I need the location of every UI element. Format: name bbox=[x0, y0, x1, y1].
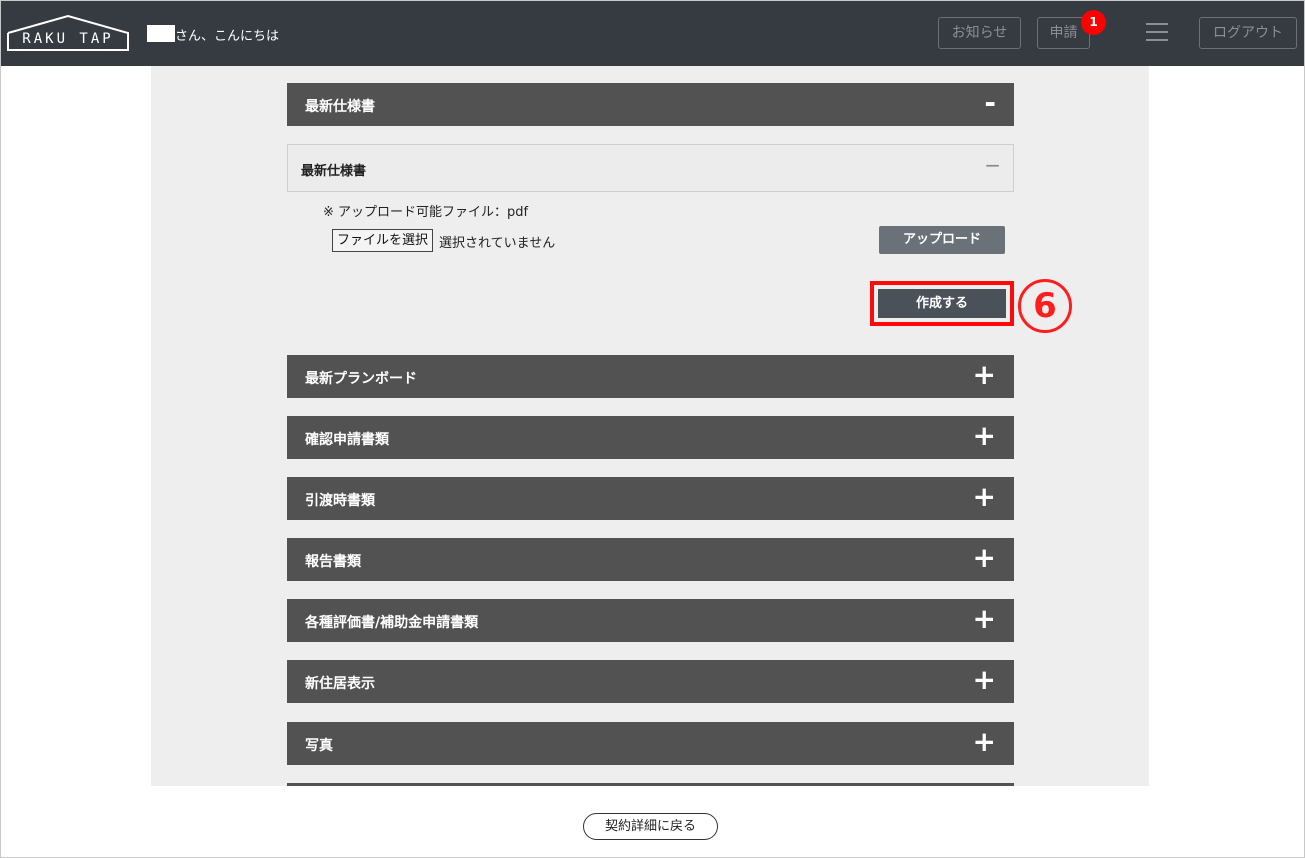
plus-icon: + bbox=[972, 541, 996, 574]
main-content: 最新仕様書 - 最新仕様書 − ※ アップロード可能ファイル：pdf ファイルを… bbox=[151, 66, 1149, 786]
top-header: RAKU TAP さん、こんにちは お知らせ 申請 1 ログアウト bbox=[1, 1, 1304, 66]
accordion-title: 確認申請書類 bbox=[305, 432, 389, 448]
back-to-contract-button[interactable]: 契約詳細に戻る bbox=[583, 813, 718, 840]
accordion-new-address[interactable]: 新住居表示 + bbox=[287, 660, 1014, 703]
accordion-title: 報告書類 bbox=[305, 554, 361, 570]
accordion-plan-board[interactable]: 最新プランボード + bbox=[287, 355, 1014, 398]
accordion-latest-spec[interactable]: 最新仕様書 - bbox=[287, 83, 1014, 126]
user-name-redacted bbox=[147, 25, 175, 42]
plus-icon: + bbox=[972, 419, 996, 452]
accordion-title: 各種評価書/補助金申請書類 bbox=[305, 615, 479, 631]
plus-icon: + bbox=[972, 663, 996, 696]
hamburger-menu-icon[interactable] bbox=[1146, 23, 1168, 43]
plus-icon: + bbox=[972, 725, 996, 758]
subpanel-title: 最新仕様書 bbox=[301, 164, 367, 179]
accordion-title: 最新プランボード bbox=[305, 371, 417, 387]
minus-icon: − bbox=[984, 153, 1001, 177]
plus-icon: + bbox=[972, 480, 996, 513]
subpanel-latest-spec[interactable]: 最新仕様書 − bbox=[287, 144, 1014, 192]
upload-file-note: ※ アップロード可能ファイル：pdf bbox=[323, 205, 529, 220]
accordion-confirmation-docs[interactable]: 確認申請書類 + bbox=[287, 416, 1014, 459]
notice-button[interactable]: お知らせ bbox=[938, 17, 1021, 49]
choose-file-button[interactable]: ファイルを選択 bbox=[332, 229, 434, 252]
greeting-text: さん、こんにちは bbox=[175, 29, 280, 44]
file-status-text: 選択されていません bbox=[439, 236, 556, 251]
collapse-icon: - bbox=[984, 86, 996, 119]
step-6-annotation: 6 bbox=[1018, 279, 1072, 333]
create-button[interactable]: 作成する bbox=[878, 289, 1006, 318]
accordion-handover-docs[interactable]: 引渡時書類 + bbox=[287, 477, 1014, 520]
accordion-next-partial[interactable] bbox=[287, 783, 1014, 786]
apply-count-badge: 1 bbox=[1081, 10, 1106, 35]
plus-icon: + bbox=[972, 358, 996, 391]
accordion-report-docs[interactable]: 報告書類 + bbox=[287, 538, 1014, 581]
accordion-title: 写真 bbox=[305, 738, 333, 754]
accordion-title: 最新仕様書 bbox=[305, 99, 375, 115]
accordion-evaluation-docs[interactable]: 各種評価書/補助金申請書類 + bbox=[287, 599, 1014, 642]
logout-button[interactable]: ログアウト bbox=[1199, 17, 1297, 49]
accordion-title: 引渡時書類 bbox=[305, 493, 375, 509]
raku-tap-logo[interactable]: RAKU TAP bbox=[7, 15, 129, 51]
plus-icon: + bbox=[972, 602, 996, 635]
logo-text: RAKU TAP bbox=[22, 31, 114, 47]
accordion-photos[interactable]: 写真 + bbox=[287, 722, 1014, 765]
accordion-title: 新住居表示 bbox=[305, 676, 375, 692]
upload-button[interactable]: アップロード bbox=[879, 226, 1005, 254]
